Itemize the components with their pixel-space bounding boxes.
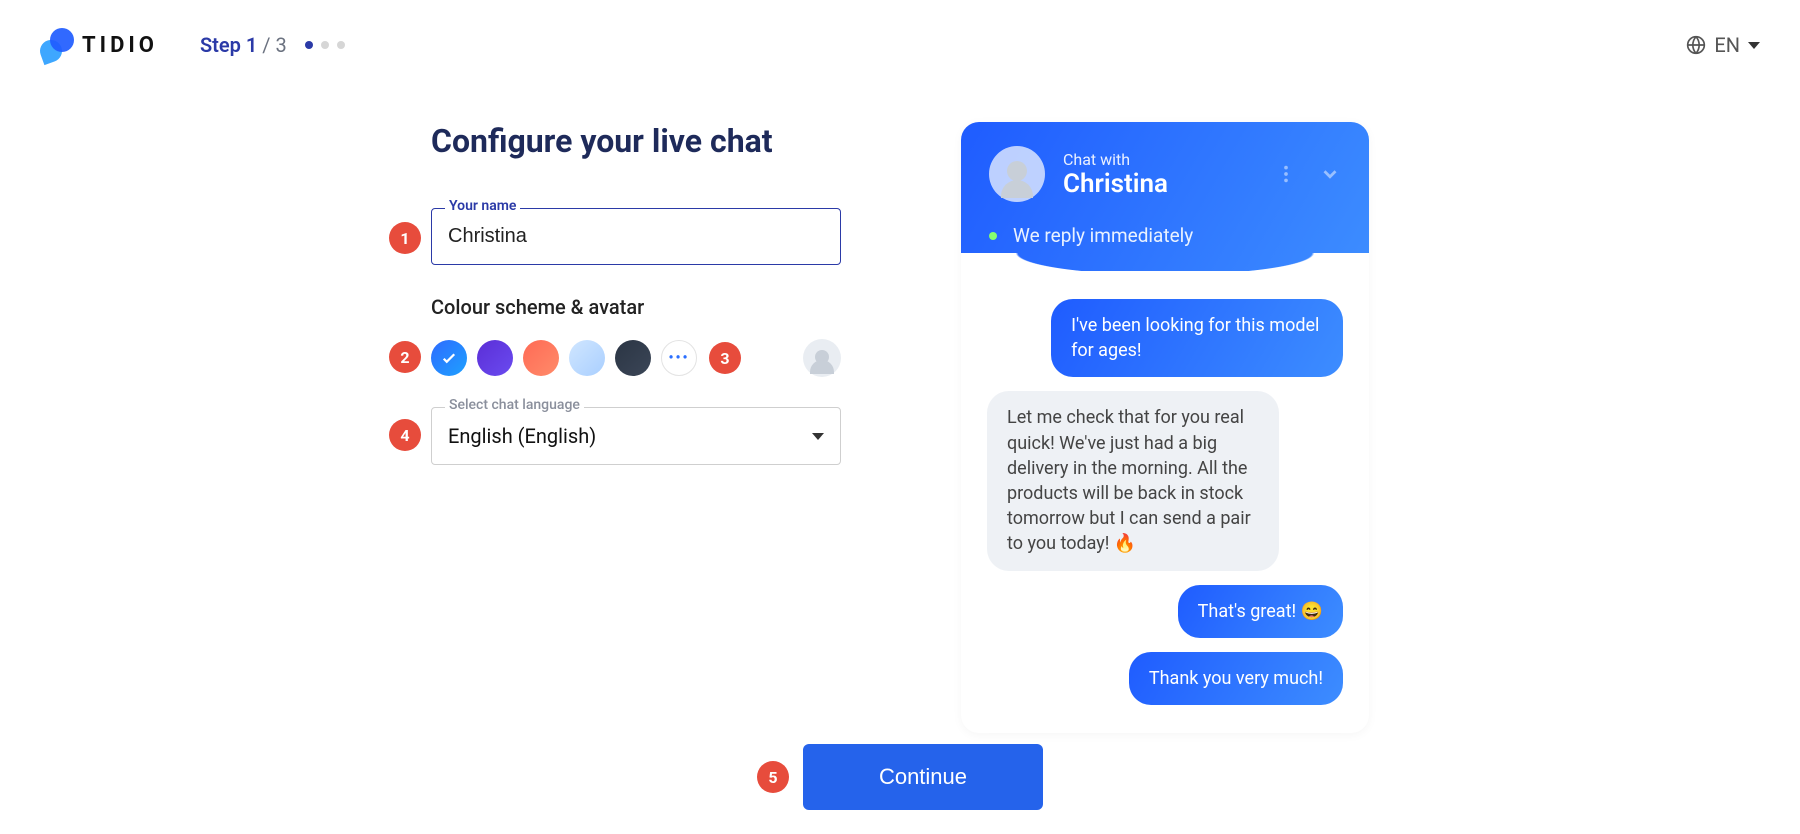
globe-icon	[1686, 35, 1706, 55]
page-title: Configure your live chat	[431, 122, 841, 160]
step-indicator: Step 1 / 3	[200, 33, 345, 57]
message-bubble: Thank you very much!	[1129, 652, 1343, 705]
brand-wordmark: TIDIO	[82, 33, 158, 58]
chevron-down-icon	[812, 433, 824, 440]
language-switcher[interactable]: EN	[1686, 33, 1760, 57]
chat-with-label: Chat with	[1063, 150, 1168, 169]
status-dot-icon	[989, 232, 997, 240]
color-swatch-purple[interactable]	[477, 340, 513, 376]
tidio-icon	[40, 28, 74, 62]
annotation-2: 2	[389, 341, 421, 373]
message-bubble: Let me check that for you real quick! We…	[987, 391, 1279, 570]
chevron-down-icon	[1748, 42, 1760, 49]
message-bubble: That's great! 😄	[1178, 585, 1343, 638]
language-select-value: English (English)	[448, 424, 596, 448]
annotation-3: 3	[709, 342, 741, 374]
chat-preview: Chat with Christina We reply immediately…	[961, 122, 1369, 733]
color-swatch-coral[interactable]	[523, 340, 559, 376]
language-field: 4 Select chat language English (English)	[431, 407, 841, 465]
color-section-label: Colour scheme & avatar	[431, 295, 841, 319]
annotation-4: 4	[389, 419, 421, 451]
name-input[interactable]	[431, 208, 841, 265]
reply-status: We reply immediately	[1013, 224, 1193, 247]
step-dots	[305, 41, 345, 49]
color-swatch-blue[interactable]	[431, 340, 467, 376]
annotation-5: 5	[757, 761, 789, 793]
agent-avatar	[989, 146, 1045, 202]
message-bubble: I've been looking for this model for age…	[1051, 299, 1343, 377]
collapse-icon[interactable]	[1319, 163, 1341, 185]
color-swatch-navy[interactable]	[615, 340, 651, 376]
continue-button[interactable]: Continue	[803, 744, 1043, 810]
color-swatch-more[interactable]	[661, 340, 697, 376]
annotation-1: 1	[389, 222, 421, 254]
name-field: 1 Your name	[431, 208, 841, 265]
avatar-picker[interactable]	[803, 339, 841, 377]
step-current-label: Step 1	[200, 33, 257, 57]
language-select-label: Select chat language	[445, 397, 584, 413]
kebab-icon[interactable]	[1275, 163, 1297, 185]
color-swatch-sky[interactable]	[569, 340, 605, 376]
name-label: Your name	[445, 198, 520, 214]
agent-name: Christina	[1063, 169, 1168, 199]
language-code: EN	[1714, 33, 1740, 57]
language-select[interactable]: English (English)	[431, 407, 841, 465]
brand-logo: TIDIO	[40, 28, 158, 62]
step-total-label: / 3	[262, 33, 286, 57]
check-icon	[440, 349, 458, 367]
